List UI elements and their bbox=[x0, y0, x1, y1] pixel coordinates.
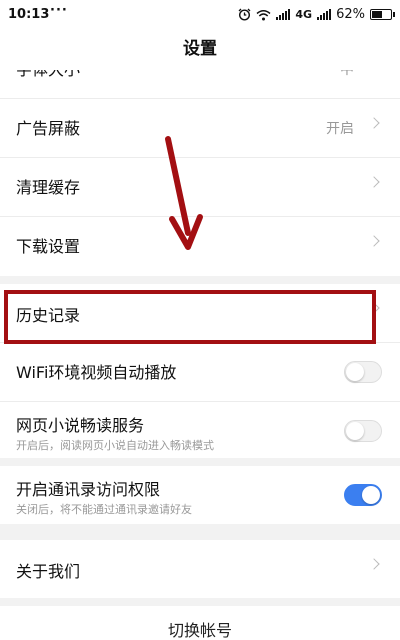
setting-label: 历史记录 bbox=[16, 306, 81, 325]
chevron-right-icon bbox=[368, 117, 380, 129]
setting-label: WiFi环境视频自动播放 bbox=[16, 363, 177, 382]
setting-label: 清理缓存 bbox=[16, 178, 81, 197]
status-bar: 10:13 ··· 4G 62% bbox=[0, 0, 400, 30]
setting-label: 开启通讯录访问权限 bbox=[16, 480, 161, 499]
setting-wifi-autoplay: WiFi环境视频自动播放 bbox=[0, 343, 400, 402]
contacts-permission-toggle[interactable] bbox=[344, 484, 382, 506]
switch-account-button[interactable]: 切换帐号 bbox=[0, 606, 400, 640]
setting-font-size[interactable]: 字体大小 中 bbox=[0, 70, 400, 99]
alarm-icon bbox=[238, 8, 251, 21]
setting-novel-reader: 网页小说畅读服务 开启后，阅读网页小说自动进入畅读模式 bbox=[0, 402, 400, 460]
setting-description: 开启后，阅读网页小说自动进入畅读模式 bbox=[16, 439, 214, 452]
network-type: 4G bbox=[295, 8, 313, 21]
settings-group-about: 关于我们 bbox=[0, 540, 400, 598]
setting-label: 网页小说畅读服务 bbox=[16, 416, 145, 435]
setting-label: 关于我们 bbox=[16, 562, 81, 581]
red-arrow-icon bbox=[165, 136, 203, 250]
setting-description: 关闭后，将不能通过通讯录邀请好友 bbox=[16, 503, 192, 516]
novel-reader-toggle[interactable] bbox=[344, 420, 382, 442]
setting-label: 字体大小 bbox=[16, 70, 80, 80]
chevron-right-icon bbox=[368, 558, 380, 570]
chevron-right-icon bbox=[368, 176, 380, 188]
signal-icon-2 bbox=[317, 9, 332, 20]
setting-contacts-permission: 开启通讯录访问权限 关闭后，将不能通过通讯录邀请好友 bbox=[0, 466, 400, 524]
setting-label: 下载设置 bbox=[16, 237, 81, 256]
signal-icon bbox=[276, 9, 291, 20]
page-title: 设置 bbox=[0, 30, 400, 70]
settings-group-browsing: 历史记录 WiFi环境视频自动播放 网页小说畅读服务 开启后，阅读网页小说自动进… bbox=[0, 284, 400, 458]
chevron-right-icon bbox=[368, 302, 380, 314]
settings-group-contacts: 开启通讯录访问权限 关闭后，将不能通过通讯录邀请好友 bbox=[0, 466, 400, 524]
setting-value: 开启 bbox=[326, 121, 354, 137]
chevron-right-icon bbox=[368, 235, 380, 247]
setting-history[interactable]: 历史记录 bbox=[0, 284, 400, 343]
battery-icon bbox=[370, 9, 395, 20]
status-icons: 4G 62% bbox=[238, 7, 395, 22]
wifi-autoplay-toggle[interactable] bbox=[344, 361, 382, 383]
battery-percent: 62% bbox=[336, 7, 365, 22]
wifi-icon bbox=[256, 9, 271, 20]
setting-value: 中 bbox=[340, 70, 354, 78]
status-time: 10:13 bbox=[8, 7, 50, 22]
status-dots: ··· bbox=[50, 3, 68, 18]
setting-about[interactable]: 关于我们 bbox=[0, 540, 400, 598]
setting-label: 广告屏蔽 bbox=[16, 119, 81, 138]
